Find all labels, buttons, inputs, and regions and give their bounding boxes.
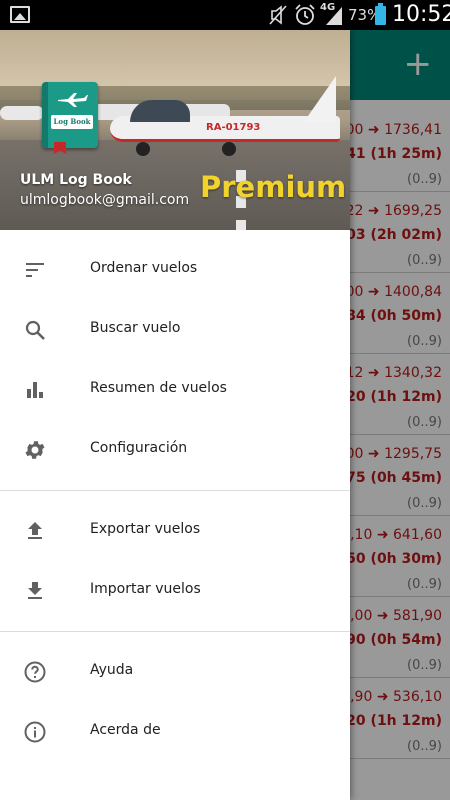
menu-item-label: Exportar vuelos — [90, 521, 201, 537]
bar-chart-icon — [23, 378, 47, 402]
mute-icon — [268, 4, 288, 32]
menu-item-ayuda[interactable]: Ayuda — [0, 642, 350, 702]
menu-item-label: Configuración — [90, 440, 188, 456]
drawer-header: RA-01793 Log Book ULM Log Book ulmlogboo… — [0, 30, 350, 230]
clock: 10:52 — [392, 2, 450, 27]
gear-icon — [23, 438, 47, 462]
menu-item-ordenar-vuelos[interactable]: Ordenar vuelos — [0, 240, 350, 300]
search-icon — [23, 318, 47, 342]
menu-item-configuracion[interactable]: Configuración — [0, 420, 350, 480]
help-icon — [23, 660, 47, 684]
logbook-label: Log Book — [51, 115, 93, 129]
premium-badge: Premium — [200, 170, 347, 204]
battery-charging-icon — [375, 3, 386, 25]
menu-item-acerda-de[interactable]: Acerda de — [0, 702, 350, 762]
menu-item-label: Ordenar vuelos — [90, 260, 198, 276]
navigation-drawer: RA-01793 Log Book ULM Log Book ulmlogboo… — [0, 30, 350, 800]
menu-item-exportar-vuelos[interactable]: Exportar vuelos — [0, 501, 350, 561]
gallery-icon — [10, 6, 30, 23]
alarm-icon — [294, 4, 316, 32]
download-icon — [23, 579, 47, 603]
menu-item-buscar-vuelo[interactable]: Buscar vuelo — [0, 300, 350, 360]
menu-item-label: Buscar vuelo — [90, 320, 181, 336]
menu-item-label: Importar vuelos — [90, 581, 201, 597]
status-bar: 4G 73% 10:52 — [0, 0, 450, 30]
sort-icon — [23, 258, 47, 282]
logbook-logo-icon: Log Book — [42, 82, 98, 154]
app-name: ULM Log Book — [20, 172, 132, 188]
screen: 4G 73% 10:52 + ,00 ➜ 1736,41 1,41 (1h 25m… — [0, 0, 450, 800]
drawer-menu: Ordenar vuelos Buscar vuelo Resumen de vue… — [0, 230, 350, 772]
upload-icon — [23, 519, 47, 543]
menu-item-importar-vuelos[interactable]: Importar vuelos — [0, 561, 350, 621]
menu-group: Ayuda Acerda de — [0, 632, 350, 772]
menu-group: Exportar vuelos Importar vuelos — [0, 491, 350, 632]
menu-item-label: Acerda de — [90, 722, 161, 738]
menu-item-resumen-de-vuelos[interactable]: Resumen de vuelos — [0, 360, 350, 420]
aircraft-registration: RA-01793 — [206, 122, 261, 133]
menu-group: Ordenar vuelos Buscar vuelo Resumen de vue… — [0, 230, 350, 491]
menu-item-label: Ayuda — [90, 662, 134, 678]
info-icon — [23, 720, 47, 744]
menu-item-label: Resumen de vuelos — [90, 380, 227, 396]
signal-icon — [324, 4, 344, 32]
account-email: ulmlogbook@gmail.com — [20, 192, 190, 208]
